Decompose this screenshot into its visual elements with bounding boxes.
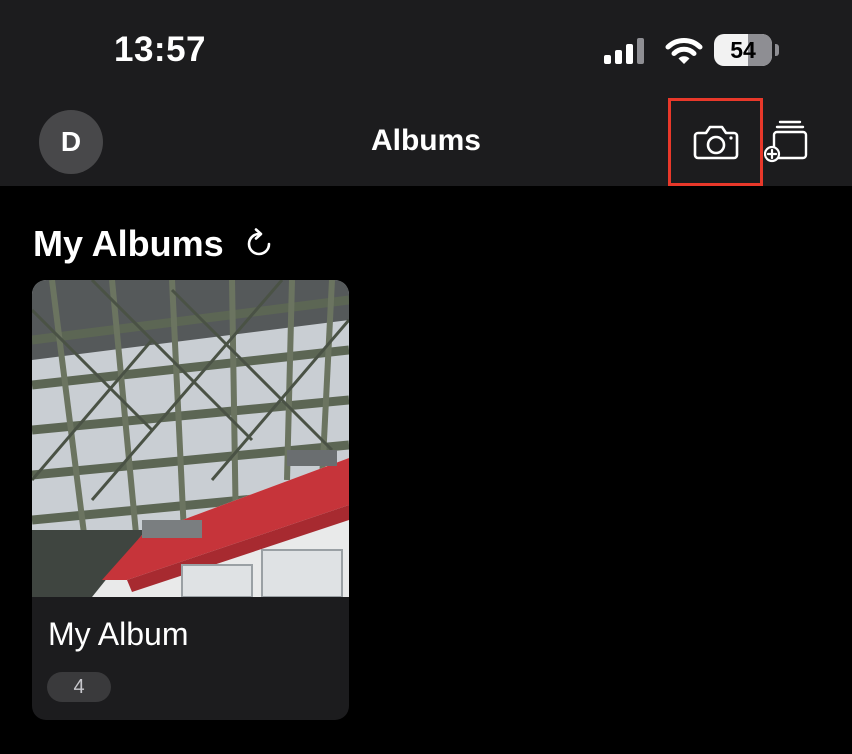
battery-nub — [775, 44, 779, 56]
battery-level: 54 — [730, 37, 756, 63]
section-header: My Albums — [33, 222, 276, 266]
battery-body: 54 — [714, 34, 772, 66]
status-icons: 54 — [604, 34, 794, 66]
album-name: My Album — [48, 616, 189, 652]
wifi-icon — [665, 38, 703, 64]
album-photo-count-badge: 4 — [47, 672, 111, 702]
status-time: 13:57 — [114, 30, 207, 69]
camera-icon — [693, 125, 738, 160]
album-card[interactable]: My Album 4 — [32, 280, 349, 720]
add-album-icon[interactable] — [764, 118, 810, 166]
album-cover-photo — [32, 280, 349, 597]
refresh-icon[interactable] — [242, 227, 276, 261]
avatar[interactable]: D — [39, 110, 103, 174]
album-cover-image — [32, 280, 349, 597]
page-title: Albums — [370, 124, 481, 157]
battery-icon: 54 — [714, 34, 784, 66]
camera-button[interactable] — [668, 98, 763, 186]
section-title: My Albums — [33, 223, 224, 264]
cellular-signal-icon — [604, 38, 644, 64]
